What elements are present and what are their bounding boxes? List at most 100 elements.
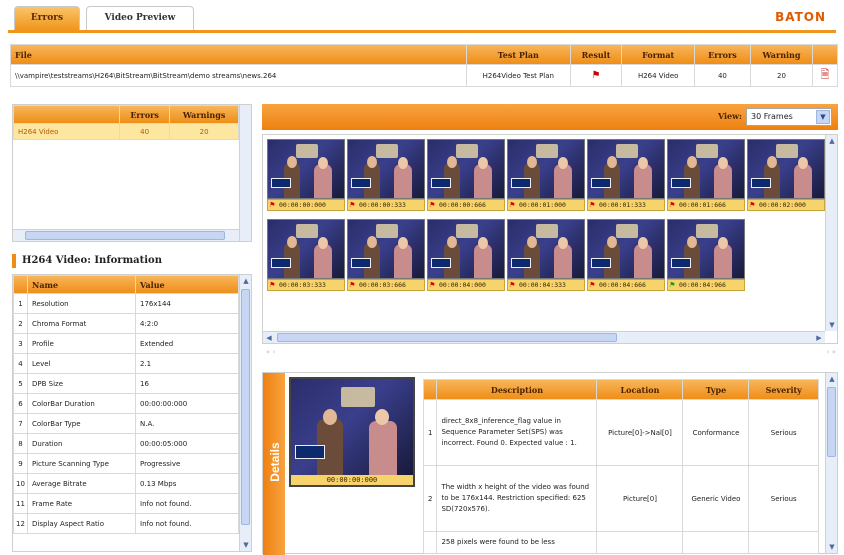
info-row[interactable]: 7 ColorBar Type N.A. [13, 413, 239, 434]
frame-image [667, 219, 745, 279]
scroll-up-icon[interactable]: ▲ [240, 275, 251, 287]
issue-type: Generic Video [682, 465, 750, 532]
scroll-up-icon[interactable]: ▲ [826, 373, 838, 385]
frame-thumbnail[interactable]: ⚑ 00:00:01:333 [587, 139, 665, 211]
col-errors[interactable]: Errors [693, 44, 751, 65]
table-row[interactable]: H264 Video 40 20 [13, 123, 239, 140]
row-index: 7 [13, 413, 28, 434]
frame-timecode: ⚑ 00:00:01:333 [587, 199, 665, 211]
info-value: 00:00:00:000 [135, 393, 239, 414]
info-name: Profile [27, 333, 136, 354]
frame-timecode: ⚑ 00:00:00:666 [427, 199, 505, 211]
col-location[interactable]: Location [596, 379, 684, 400]
frame-image [587, 219, 665, 279]
tab-video-preview[interactable]: Video Preview [86, 6, 194, 30]
flag-icon: ⚑ [350, 280, 355, 289]
details-panel: Details 00:00:00:000 Description Locatio… [262, 372, 838, 555]
first-page-icon[interactable]: « ‹ [266, 348, 296, 358]
info-row[interactable]: 3 Profile Extended [13, 333, 239, 354]
tab-errors[interactable]: Errors [14, 6, 80, 30]
row-index: 12 [13, 513, 28, 534]
frame-thumbnail[interactable]: ⚑ 00:00:04:966 [667, 219, 745, 291]
summary-vscroll[interactable] [239, 105, 251, 241]
col-test-plan[interactable]: Test Plan [465, 44, 571, 65]
issue-severity [748, 531, 819, 554]
frame-thumbnail[interactable]: ⚑ 00:00:03:666 [347, 219, 425, 291]
issue-location: Picture[0] [596, 465, 684, 532]
col-warning[interactable]: Warning [749, 44, 814, 65]
col-name[interactable]: Name [27, 275, 136, 294]
table-row[interactable]: \\vampire\teststreams\H264\BitStream\Bit… [10, 64, 838, 87]
info-row[interactable]: 12 Display Aspect Ratio Info not found. [13, 513, 239, 534]
frame-thumbnail[interactable]: ⚑ 00:00:04:000 [427, 219, 505, 291]
info-value: 176x144 [135, 293, 239, 314]
frame-thumbnail[interactable]: ⚑ 00:00:00:666 [427, 139, 505, 211]
row-index: 2 [422, 465, 438, 532]
info-value: Progressive [135, 453, 239, 474]
col-file[interactable]: File [10, 44, 467, 65]
issue-row[interactable]: 2 The width x height of the video was fou… [422, 465, 819, 532]
info-value: 4:2:0 [135, 313, 239, 334]
frame-image [347, 219, 425, 279]
col-export [812, 44, 838, 65]
col-severity[interactable]: Severity [748, 379, 819, 400]
file-path: \\vampire\teststreams\H264\BitStream\Bit… [10, 64, 467, 87]
summary-hscroll[interactable] [13, 229, 239, 241]
scroll-up-icon[interactable]: ▲ [826, 135, 838, 147]
info-title: H264 Video: Information [12, 254, 240, 268]
issue-location: Picture[0]->Nal[0] [596, 399, 684, 466]
scroll-down-icon[interactable]: ▼ [826, 541, 838, 553]
col-description[interactable]: Description [436, 379, 598, 400]
view-toolbar: View: 30 Frames ▼ [262, 104, 838, 130]
col-format[interactable]: Format [621, 44, 695, 65]
col-warnings[interactable]: Warnings [169, 105, 239, 124]
flag-icon: ⚑ [510, 280, 515, 289]
flag-icon: ⚑ [270, 280, 275, 289]
scroll-left-icon[interactable]: ◀ [263, 332, 275, 344]
scroll-down-icon[interactable]: ▼ [826, 319, 838, 331]
details-vscroll[interactable]: ▲ ▼ [825, 373, 837, 553]
frames-vscroll[interactable]: ▲ ▼ [825, 135, 837, 331]
frame-thumbnail[interactable]: ⚑ 00:00:04:333 [507, 219, 585, 291]
frame-thumbnail[interactable]: ⚑ 00:00:04:666 [587, 219, 665, 291]
frames-hscroll[interactable]: ◀ ▶ [263, 331, 825, 343]
issue-row[interactable]: 1 direct_8x8_inference_flag value in Sequ… [422, 399, 819, 466]
col-type[interactable]: Type [682, 379, 750, 400]
col-errors[interactable]: Errors [118, 105, 171, 124]
info-row[interactable]: 4 Level 2.1 [13, 353, 239, 374]
info-table: Name Value 1 Resolution 176x144 2 Chroma For… [13, 275, 239, 534]
info-row[interactable]: 8 Duration 00:00:05:000 [13, 433, 239, 454]
frame-timecode: ⚑ 00:00:03:666 [347, 279, 425, 291]
info-value: Info not found. [135, 513, 239, 534]
scroll-right-icon[interactable]: ▶ [813, 332, 825, 344]
row-index [422, 531, 438, 554]
frame-thumbnail[interactable]: ⚑ 00:00:03:333 [267, 219, 345, 291]
info-row[interactable]: 2 Chroma Format 4:2:0 [13, 313, 239, 334]
info-name: Picture Scanning Type [27, 453, 136, 474]
info-row[interactable]: 1 Resolution 176x144 [13, 293, 239, 314]
errors-count: 40 [693, 64, 751, 87]
flag-icon: ⚑ [590, 280, 595, 289]
info-vscroll[interactable]: ▲ ▼ [239, 275, 251, 551]
col-value[interactable]: Value [135, 275, 239, 294]
frame-thumbnail[interactable]: ⚑ 00:00:01:000 [507, 139, 585, 211]
col-result[interactable]: Result [569, 44, 623, 65]
chevron-down-icon[interactable]: ▼ [816, 110, 830, 124]
info-row[interactable]: 6 ColorBar Duration 00:00:00:000 [13, 393, 239, 414]
info-row[interactable]: 5 DPB Size 16 [13, 373, 239, 394]
frame-thumbnail[interactable]: ⚑ 00:00:00:000 [267, 139, 345, 211]
frame-thumbnail[interactable]: ⚑ 00:00:01:666 [667, 139, 745, 211]
scroll-down-icon[interactable]: ▼ [240, 539, 251, 551]
summary-panel: Errors Warnings H264 Video 40 20 [12, 104, 252, 242]
view-select-value: 30 Frames [751, 112, 793, 121]
frame-thumbnail[interactable]: ⚑ 00:00:00:333 [347, 139, 425, 211]
issue-row[interactable]: 258 pixels were found to be less [422, 531, 819, 554]
info-row[interactable]: 9 Picture Scanning Type Progressive [13, 453, 239, 474]
frame-thumbnail[interactable]: ⚑ 00:00:02:000 [747, 139, 825, 211]
view-select[interactable]: 30 Frames ▼ [746, 108, 832, 126]
pdf-icon[interactable]: 🗎 [812, 64, 838, 87]
col-name[interactable] [13, 105, 120, 124]
last-page-icon[interactable]: › » [796, 348, 836, 358]
info-row[interactable]: 11 Frame Rate Info not found. [13, 493, 239, 514]
info-row[interactable]: 10 Average Bitrate 0.13 Mbps [13, 473, 239, 494]
